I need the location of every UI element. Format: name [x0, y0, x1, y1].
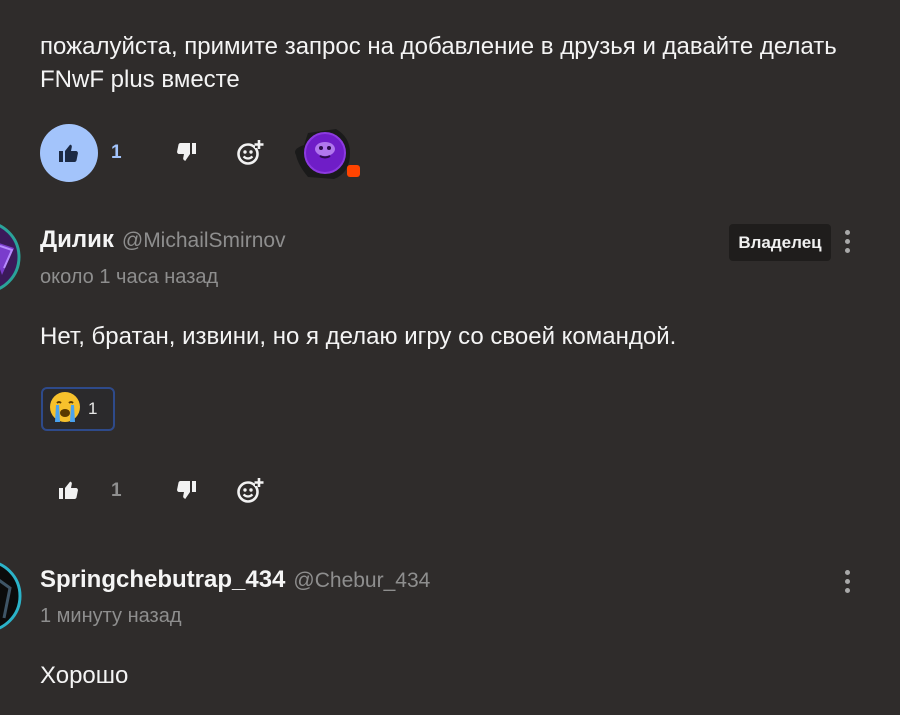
- comment-body: Нет, братан, извини, но я делаю игру со …: [40, 323, 677, 350]
- dislike-button[interactable]: [170, 136, 202, 168]
- avatar[interactable]: [0, 558, 22, 636]
- like-count: 1: [111, 142, 122, 163]
- like-button[interactable]: [53, 474, 85, 506]
- user-avatar-bubble[interactable]: [290, 125, 360, 183]
- thumbs-up-icon: [59, 481, 78, 499]
- like-button-active[interactable]: [40, 124, 98, 182]
- avatar[interactable]: [0, 220, 22, 295]
- like-count: 1: [111, 480, 122, 501]
- thumbs-up-icon: [53, 137, 85, 169]
- add-reaction-button[interactable]: [234, 474, 266, 506]
- thumbs-down-icon: [177, 143, 196, 161]
- comment-1-text: пожалуйста, примите запрос на добавление…: [40, 33, 837, 93]
- reaction-count: 1: [88, 399, 98, 418]
- more-options-button[interactable]: [843, 230, 851, 253]
- crying-emoji-icon: [48, 390, 82, 429]
- author-handle[interactable]: @Chebur_434: [293, 569, 430, 593]
- add-reaction-button[interactable]: [234, 136, 266, 168]
- thumbs-down-icon: [177, 481, 196, 499]
- author-name[interactable]: Springchebutrap_434: [40, 566, 285, 594]
- reaction-chip[interactable]: 1: [41, 387, 115, 431]
- author-name[interactable]: Дилик: [40, 226, 114, 254]
- timestamp: 1 минуту назад: [40, 605, 182, 627]
- comment-body: Хорошо: [40, 662, 129, 689]
- notification-badge: [347, 165, 360, 177]
- timestamp: около 1 часа назад: [40, 266, 219, 288]
- dislike-button[interactable]: [170, 474, 202, 506]
- add-emoji-icon: [237, 478, 264, 503]
- owner-badge: Владелец: [729, 224, 831, 261]
- add-emoji-icon: [237, 140, 264, 165]
- author-handle[interactable]: @MichailSmirnov: [122, 229, 286, 253]
- more-options-button[interactable]: [843, 570, 851, 593]
